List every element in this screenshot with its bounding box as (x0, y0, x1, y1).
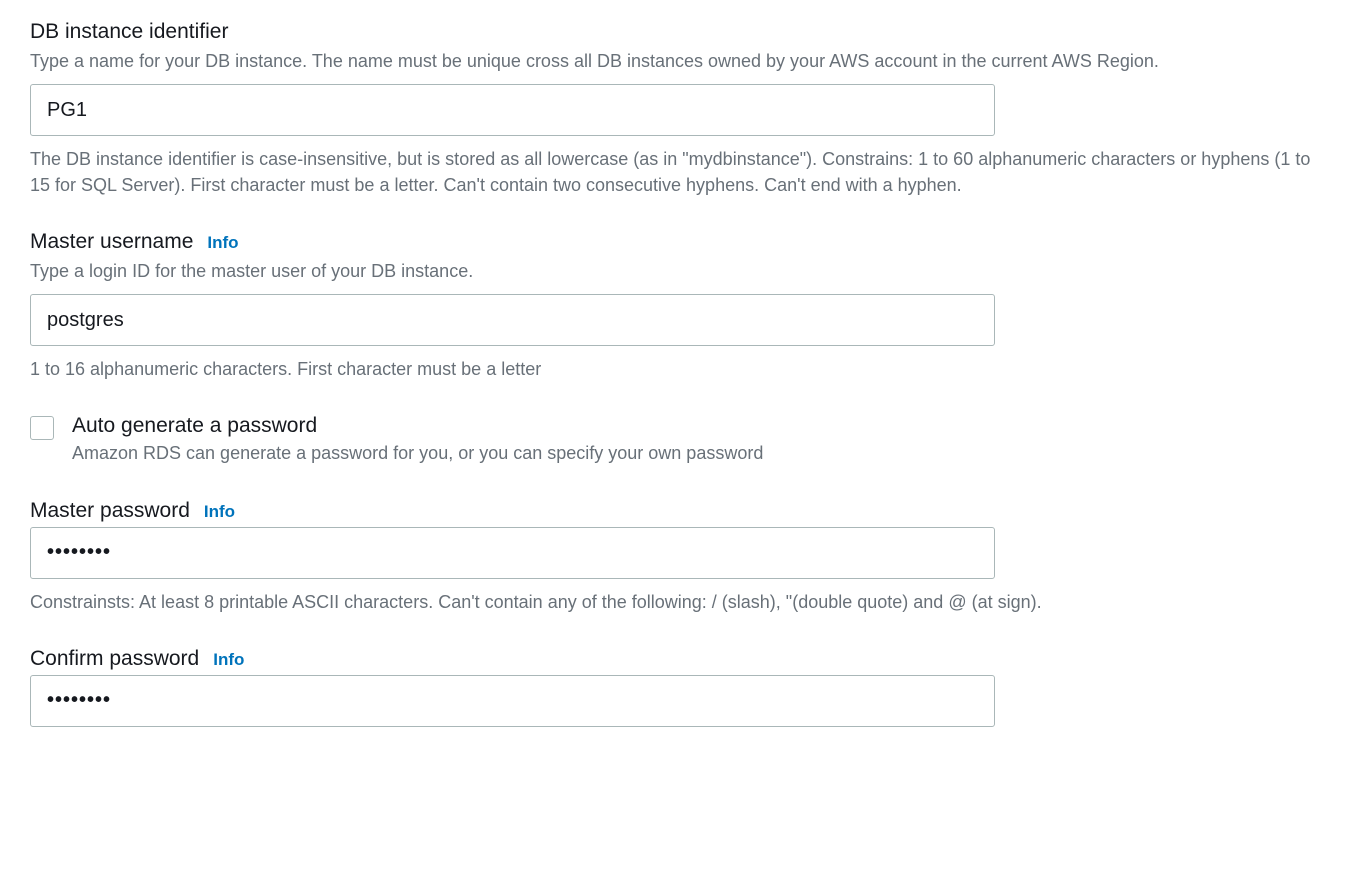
master-password-label: Master password (30, 499, 190, 523)
master-password-hint: Constrainsts: At least 8 printable ASCII… (30, 589, 1330, 615)
db-identifier-group: DB instance identifier Type a name for y… (30, 20, 1330, 198)
auto-generate-description: Amazon RDS can generate a password for y… (72, 440, 1330, 466)
db-identifier-label: DB instance identifier (30, 20, 228, 44)
auto-generate-checkbox[interactable] (30, 416, 54, 440)
master-username-group: Master username Info Type a login ID for… (30, 230, 1330, 382)
master-password-group: Master password Info Constrainsts: At le… (30, 499, 1330, 615)
auto-generate-group: Auto generate a password Amazon RDS can … (30, 414, 1330, 466)
master-username-hint: 1 to 16 alphanumeric characters. First c… (30, 356, 1330, 382)
confirm-password-group: Confirm password Info (30, 647, 1330, 727)
master-username-label: Master username (30, 230, 193, 254)
db-identifier-description: Type a name for your DB instance. The na… (30, 48, 1330, 74)
master-password-input[interactable] (30, 527, 995, 579)
master-username-description: Type a login ID for the master user of y… (30, 258, 1330, 284)
master-username-info-link[interactable]: Info (207, 233, 238, 253)
db-identifier-input[interactable] (30, 84, 995, 136)
confirm-password-input[interactable] (30, 675, 995, 727)
confirm-password-info-link[interactable]: Info (213, 650, 244, 670)
confirm-password-label: Confirm password (30, 647, 199, 671)
db-identifier-hint: The DB instance identifier is case-insen… (30, 146, 1330, 198)
master-username-input[interactable] (30, 294, 995, 346)
auto-generate-label: Auto generate a password (72, 414, 1330, 438)
master-password-info-link[interactable]: Info (204, 502, 235, 522)
